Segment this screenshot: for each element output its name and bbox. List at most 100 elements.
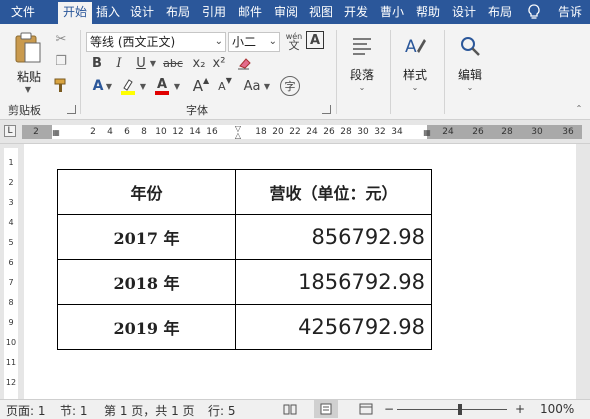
editing-button-label[interactable]: 编辑 <box>454 66 486 83</box>
shrink-font-button[interactable]: A ▼ <box>214 76 236 96</box>
phonetic-guide-button[interactable]: wén 文 <box>284 30 304 52</box>
header-year[interactable]: 年份 <box>57 169 236 215</box>
font-color-dropdown-icon[interactable]: ▼ <box>172 76 182 96</box>
status-page-count[interactable]: 第 1 页，共 1 页 <box>104 402 195 419</box>
underline-dropdown-icon[interactable]: ▼ <box>148 54 158 72</box>
table-column-marker-icon[interactable]: ▦ <box>423 127 431 137</box>
paste-icon[interactable] <box>10 30 46 66</box>
header-revenue[interactable]: 营收（单位：元） <box>235 169 432 215</box>
tab-file[interactable]: 文件 <box>0 0 46 24</box>
year-cell[interactable]: 2019 年 <box>57 304 236 350</box>
tell-me-search[interactable]: 告诉 <box>550 0 590 24</box>
tab-developer[interactable]: 开发 <box>338 0 374 24</box>
ruler-number: 20 <box>272 127 284 137</box>
tab-home[interactable]: 开始 <box>58 0 92 24</box>
document-page[interactable]: 年份 营收（单位：元） 2017 年 856792.98 2018 年 1856… <box>24 144 576 399</box>
lightbulb-icon[interactable] <box>524 0 544 24</box>
italic-button[interactable]: I <box>110 54 128 72</box>
revenue-table[interactable]: 年份 营收（单位：元） 2017 年 856792.98 2018 年 1856… <box>57 169 432 350</box>
tab-insert[interactable]: 插入 <box>92 0 124 24</box>
clear-formatting-icon[interactable] <box>236 54 254 72</box>
tab-review[interactable]: 审阅 <box>268 0 304 24</box>
ruler-number: 28 <box>501 127 513 137</box>
highlight-icon[interactable] <box>118 76 138 96</box>
zoom-out-button[interactable]: − <box>384 402 394 416</box>
zoom-in-button[interactable]: + <box>515 402 525 416</box>
format-painter-icon[interactable] <box>52 76 70 94</box>
tab-view[interactable]: 视图 <box>304 0 338 24</box>
revenue-cell[interactable]: 856792.98 <box>235 214 432 260</box>
text-effects-dropdown-icon[interactable]: ▼ <box>104 76 114 96</box>
styles-dropdown-icon[interactable]: ⌄ <box>409 82 421 92</box>
font-name-select[interactable]: 等线 (西文正文) ⌄ <box>86 32 226 52</box>
subscript-button[interactable]: x₂ <box>190 54 208 72</box>
font-size-select[interactable]: 小二 ⌄ <box>228 32 280 52</box>
tab-table-layout[interactable]: 布局 <box>482 0 518 24</box>
character-border-button[interactable]: A <box>306 31 324 49</box>
vertical-scrollbar[interactable] <box>576 144 590 399</box>
zoom-slider-track[interactable] <box>397 409 507 410</box>
font-size-value: 小二 <box>232 35 257 49</box>
editing-search-icon[interactable] <box>456 32 484 60</box>
paragraph-dropdown-icon[interactable]: ⌄ <box>356 82 368 92</box>
highlight-dropdown-icon[interactable]: ▼ <box>138 76 148 96</box>
zoom-level[interactable]: 100% <box>540 402 574 416</box>
styles-icon[interactable]: A <box>401 32 429 60</box>
strikethrough-button[interactable]: abc <box>160 54 186 72</box>
group-separator <box>444 30 445 114</box>
revenue-cell[interactable]: 1856792.98 <box>235 259 432 305</box>
ruler-number: 18 <box>255 127 267 137</box>
read-mode-icon[interactable] <box>282 402 298 416</box>
status-page[interactable]: 页面: 1 <box>6 402 46 419</box>
ribbon: 粘贴 ▼ ✂ ❐ 剪贴板 等线 (西文正文) ⌄ 小二 ⌄ wén 文 A B … <box>0 24 590 120</box>
zoom-slider-thumb[interactable] <box>458 404 462 415</box>
paragraph-icon[interactable] <box>348 32 376 60</box>
cut-icon[interactable]: ✂ <box>52 30 70 48</box>
clipboard-launcher-icon[interactable] <box>67 105 76 114</box>
tab-mailings[interactable]: 邮件 <box>232 0 268 24</box>
tab-custom[interactable]: 曹小 <box>374 0 410 24</box>
ruler-number: 30 <box>357 127 369 137</box>
tab-selector[interactable]: L <box>4 125 16 137</box>
group-separator <box>390 30 391 114</box>
ruler-number: 26 <box>323 127 335 137</box>
change-case-button[interactable]: Aa <box>240 76 264 96</box>
font-name-value: 等线 (西文正文) <box>90 35 176 49</box>
font-color-letter-icon: A <box>156 76 168 92</box>
paste-button-label[interactable]: 粘贴 <box>14 68 44 85</box>
grow-font-button[interactable]: A ▲ <box>190 76 212 96</box>
paste-dropdown-icon[interactable]: ▼ <box>22 84 34 94</box>
tab-layout[interactable]: 布局 <box>160 0 196 24</box>
ruler-number: 4 <box>107 127 113 137</box>
copy-icon[interactable]: ❐ <box>52 52 70 70</box>
font-color-icon[interactable]: A <box>152 76 172 96</box>
revenue-cell[interactable]: 4256792.98 <box>235 304 432 350</box>
year-cell[interactable]: 2017 年 <box>57 214 236 260</box>
ruler-number: 24 <box>442 127 454 137</box>
vruler-number: 5 <box>8 238 14 247</box>
status-section[interactable]: 节: 1 <box>60 402 88 419</box>
paragraph-button-label[interactable]: 段落 <box>346 66 378 83</box>
status-line[interactable]: 行: 5 <box>208 402 236 419</box>
change-case-dropdown-icon[interactable]: ▼ <box>262 76 272 96</box>
print-layout-icon[interactable] <box>314 400 338 418</box>
enclose-character-button[interactable]: 字 <box>280 76 300 96</box>
vruler-number: 7 <box>8 278 14 287</box>
vruler-number: 6 <box>8 258 14 267</box>
tab-table-design[interactable]: 设计 <box>446 0 482 24</box>
indent-markers-icon[interactable]: ▽ △ <box>233 124 243 140</box>
vruler-number: 3 <box>8 198 14 207</box>
tab-design[interactable]: 设计 <box>124 0 160 24</box>
web-layout-icon[interactable] <box>358 402 374 416</box>
styles-button-label[interactable]: 样式 <box>399 66 431 83</box>
font-launcher-icon[interactable] <box>322 105 331 114</box>
vruler-number: 12 <box>5 378 17 387</box>
editing-dropdown-icon[interactable]: ⌄ <box>464 82 476 92</box>
tab-references[interactable]: 引用 <box>196 0 232 24</box>
superscript-button[interactable]: x² <box>210 54 228 72</box>
collapse-ribbon-icon[interactable]: ⌃ <box>572 102 586 114</box>
bold-button[interactable]: B <box>88 54 106 72</box>
tab-help[interactable]: 帮助 <box>410 0 446 24</box>
table-column-marker-icon[interactable]: ▦ <box>52 127 60 137</box>
year-cell[interactable]: 2018 年 <box>57 259 236 305</box>
